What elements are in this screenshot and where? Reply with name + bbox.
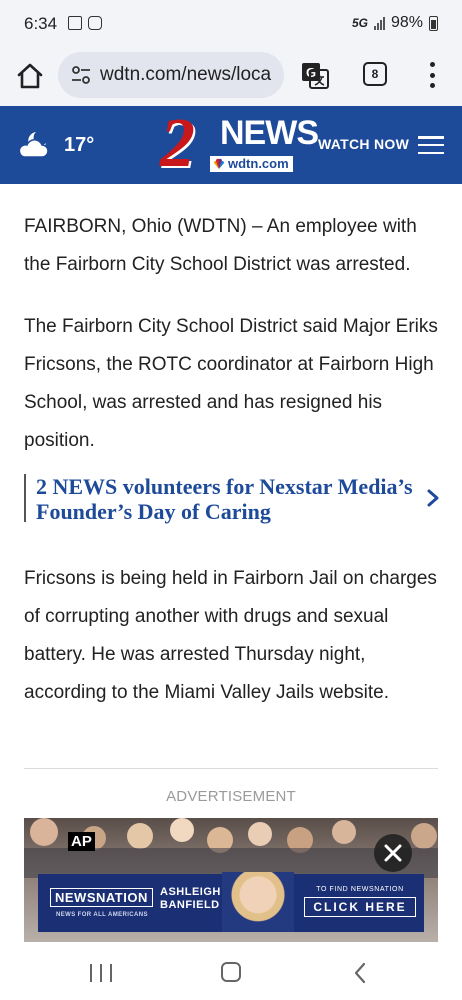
more-vert-icon[interactable]: [422, 62, 442, 88]
article-paragraph: Fricsons is being held in Fairborn Jail …: [24, 568, 437, 703]
article-paragraph: The Fairborn City School District said M…: [24, 316, 438, 451]
ad-cta-button[interactable]: CLICK HERE: [304, 897, 416, 917]
advertisement[interactable]: AP NEWSNATION NEWS FOR ALL AMERICANS ASH…: [24, 818, 438, 942]
nav-home-icon[interactable]: [221, 962, 241, 982]
nav-back-icon[interactable]: [352, 962, 368, 984]
battery-icon: [429, 15, 438, 31]
ad-host-first: ASHLEIGH: [160, 886, 221, 898]
site-logo[interactable]: 2 NEWS wdtn.com: [158, 105, 319, 182]
status-bar: 6:34 5G 98%: [0, 0, 462, 48]
ad-banner[interactable]: NEWSNATION NEWS FOR ALL AMERICANS ASHLEI…: [38, 872, 424, 932]
logo-number: 2: [160, 105, 195, 182]
network-type: 5G: [351, 16, 368, 30]
url-text[interactable]: wdtn.com/news/loca: [100, 64, 271, 86]
ap-badge: AP: [68, 832, 95, 851]
logo-news: NEWS: [220, 114, 319, 152]
ad-cta[interactable]: TO FIND NEWSNATION CLICK HERE: [304, 880, 416, 926]
translate-icon[interactable]: G: [300, 60, 330, 90]
watch-now-link[interactable]: WATCH NOW: [318, 136, 409, 152]
weather-temperature: 17°: [64, 133, 95, 156]
address-bar[interactable]: wdtn.com/news/loca: [58, 52, 284, 98]
system-nav-bar: [0, 944, 462, 1000]
ad-host-name: ASHLEIGH BANFIELD: [160, 886, 221, 912]
article-paragraph: FAIRBORN, Ohio (WDTN) – An employee with…: [24, 216, 417, 275]
ad-brand: NEWSNATION: [50, 888, 153, 907]
ad-tagline: NEWS FOR ALL AMERICANS: [56, 912, 148, 918]
divider: [24, 768, 438, 769]
status-time: 6:34: [24, 14, 58, 33]
related-article-title[interactable]: 2 NEWS volunteers for Nexstar Media’s Fo…: [36, 474, 416, 524]
hamburger-menu-icon[interactable]: [418, 136, 444, 154]
ad-host-last: BANFIELD: [160, 899, 220, 911]
battery-percent: 98%: [390, 14, 423, 31]
browser-toolbar: wdtn.com/news/loca G 8: [0, 48, 462, 106]
tune-icon[interactable]: [70, 64, 92, 86]
weather-widget[interactable]: 17°: [16, 130, 94, 160]
site-header: 17° 2 NEWS wdtn.com WATCH NOW: [0, 106, 462, 184]
notification-icon: [68, 16, 82, 30]
status-right: 5G 98%: [352, 14, 438, 32]
related-article-link[interactable]: 2 NEWS volunteers for Nexstar Media’s Fo…: [24, 474, 440, 524]
logo-site-text: wdtn.com: [228, 156, 289, 171]
tabs-button[interactable]: 8: [363, 62, 387, 86]
signal-icon: [373, 16, 385, 30]
chevron-right-icon[interactable]: [426, 488, 440, 508]
peacock-icon: [213, 158, 224, 169]
weather-cloud-moon-icon: [18, 132, 49, 158]
notification-icon: [88, 16, 102, 30]
nav-recents-icon[interactable]: [90, 964, 112, 982]
close-icon[interactable]: [374, 834, 412, 872]
home-icon[interactable]: [14, 60, 46, 92]
advertisement-label: ADVERTISEMENT: [166, 788, 296, 805]
logo-site: wdtn.com: [210, 156, 293, 172]
status-notification-icons: [68, 16, 102, 30]
ad-host-photo: [222, 872, 294, 932]
ad-cta-small: TO FIND NEWSNATION: [316, 886, 404, 893]
